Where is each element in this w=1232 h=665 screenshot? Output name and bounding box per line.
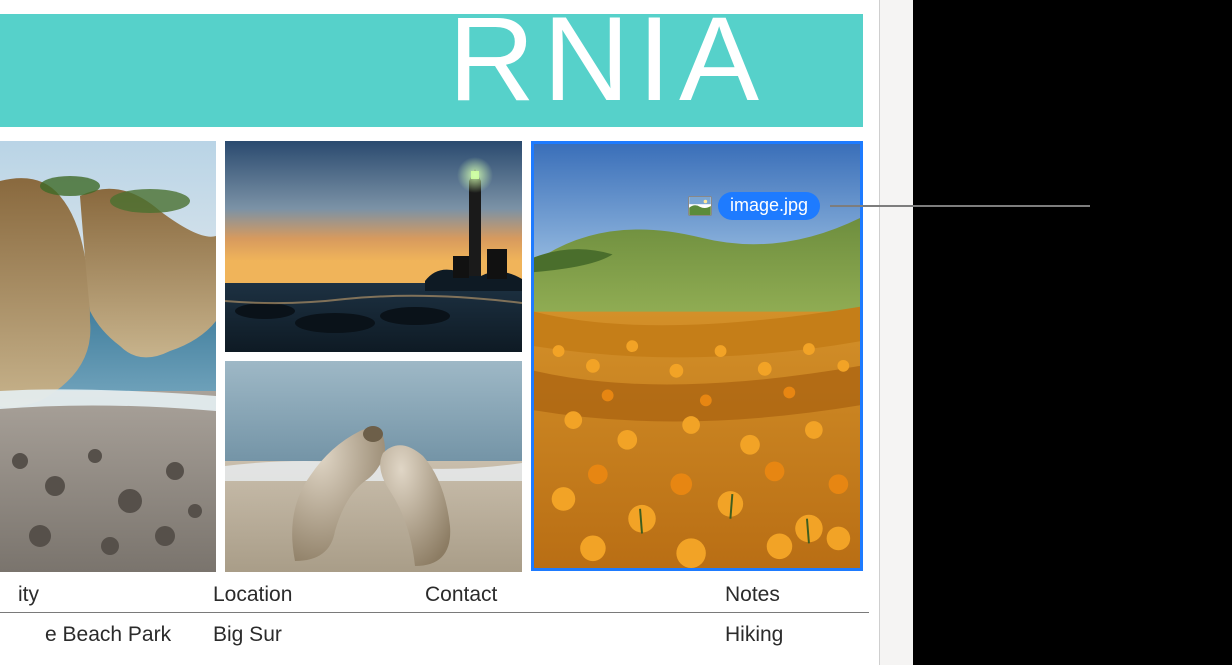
table-cell: e Beach Park xyxy=(45,623,213,647)
callout-leader-line xyxy=(830,205,1090,207)
inspector-panel-edge xyxy=(879,0,913,665)
table-row[interactable]: e Beach Park Big Sur Hiking xyxy=(0,613,869,647)
drag-file-badge[interactable]: image.jpg xyxy=(688,192,820,220)
table-header-row: ity Location Contact Notes xyxy=(0,583,869,613)
table-header-fragment xyxy=(45,583,213,607)
table-header-notes: Notes xyxy=(725,583,865,607)
table-cell xyxy=(0,623,45,647)
table-header-location: Location xyxy=(213,583,425,607)
lighthouse-photo-icon xyxy=(225,141,522,352)
drag-file-thumbnail-icon xyxy=(688,196,712,216)
table-cell: Hiking xyxy=(725,623,865,647)
photo-sea-lions[interactable] xyxy=(225,361,522,572)
table-cell: Big Sur xyxy=(213,623,425,647)
table-header-contact: Contact xyxy=(425,583,725,607)
photo-coast-cliffs[interactable] xyxy=(0,141,216,572)
coast-photo-icon xyxy=(0,141,216,572)
details-table: ity Location Contact Notes e Beach Park … xyxy=(0,583,869,647)
drag-file-name: image.jpg xyxy=(718,192,820,220)
document-page: RNIA xyxy=(0,0,879,665)
photo-lighthouse-sunset[interactable] xyxy=(225,141,522,352)
table-cell xyxy=(425,623,725,647)
title-banner: RNIA xyxy=(0,14,863,127)
seals-photo-icon xyxy=(225,361,522,572)
stage: RNIA xyxy=(0,0,1232,665)
title-text: RNIA xyxy=(448,14,767,127)
table-header-activity-fragment: ity xyxy=(0,583,45,607)
